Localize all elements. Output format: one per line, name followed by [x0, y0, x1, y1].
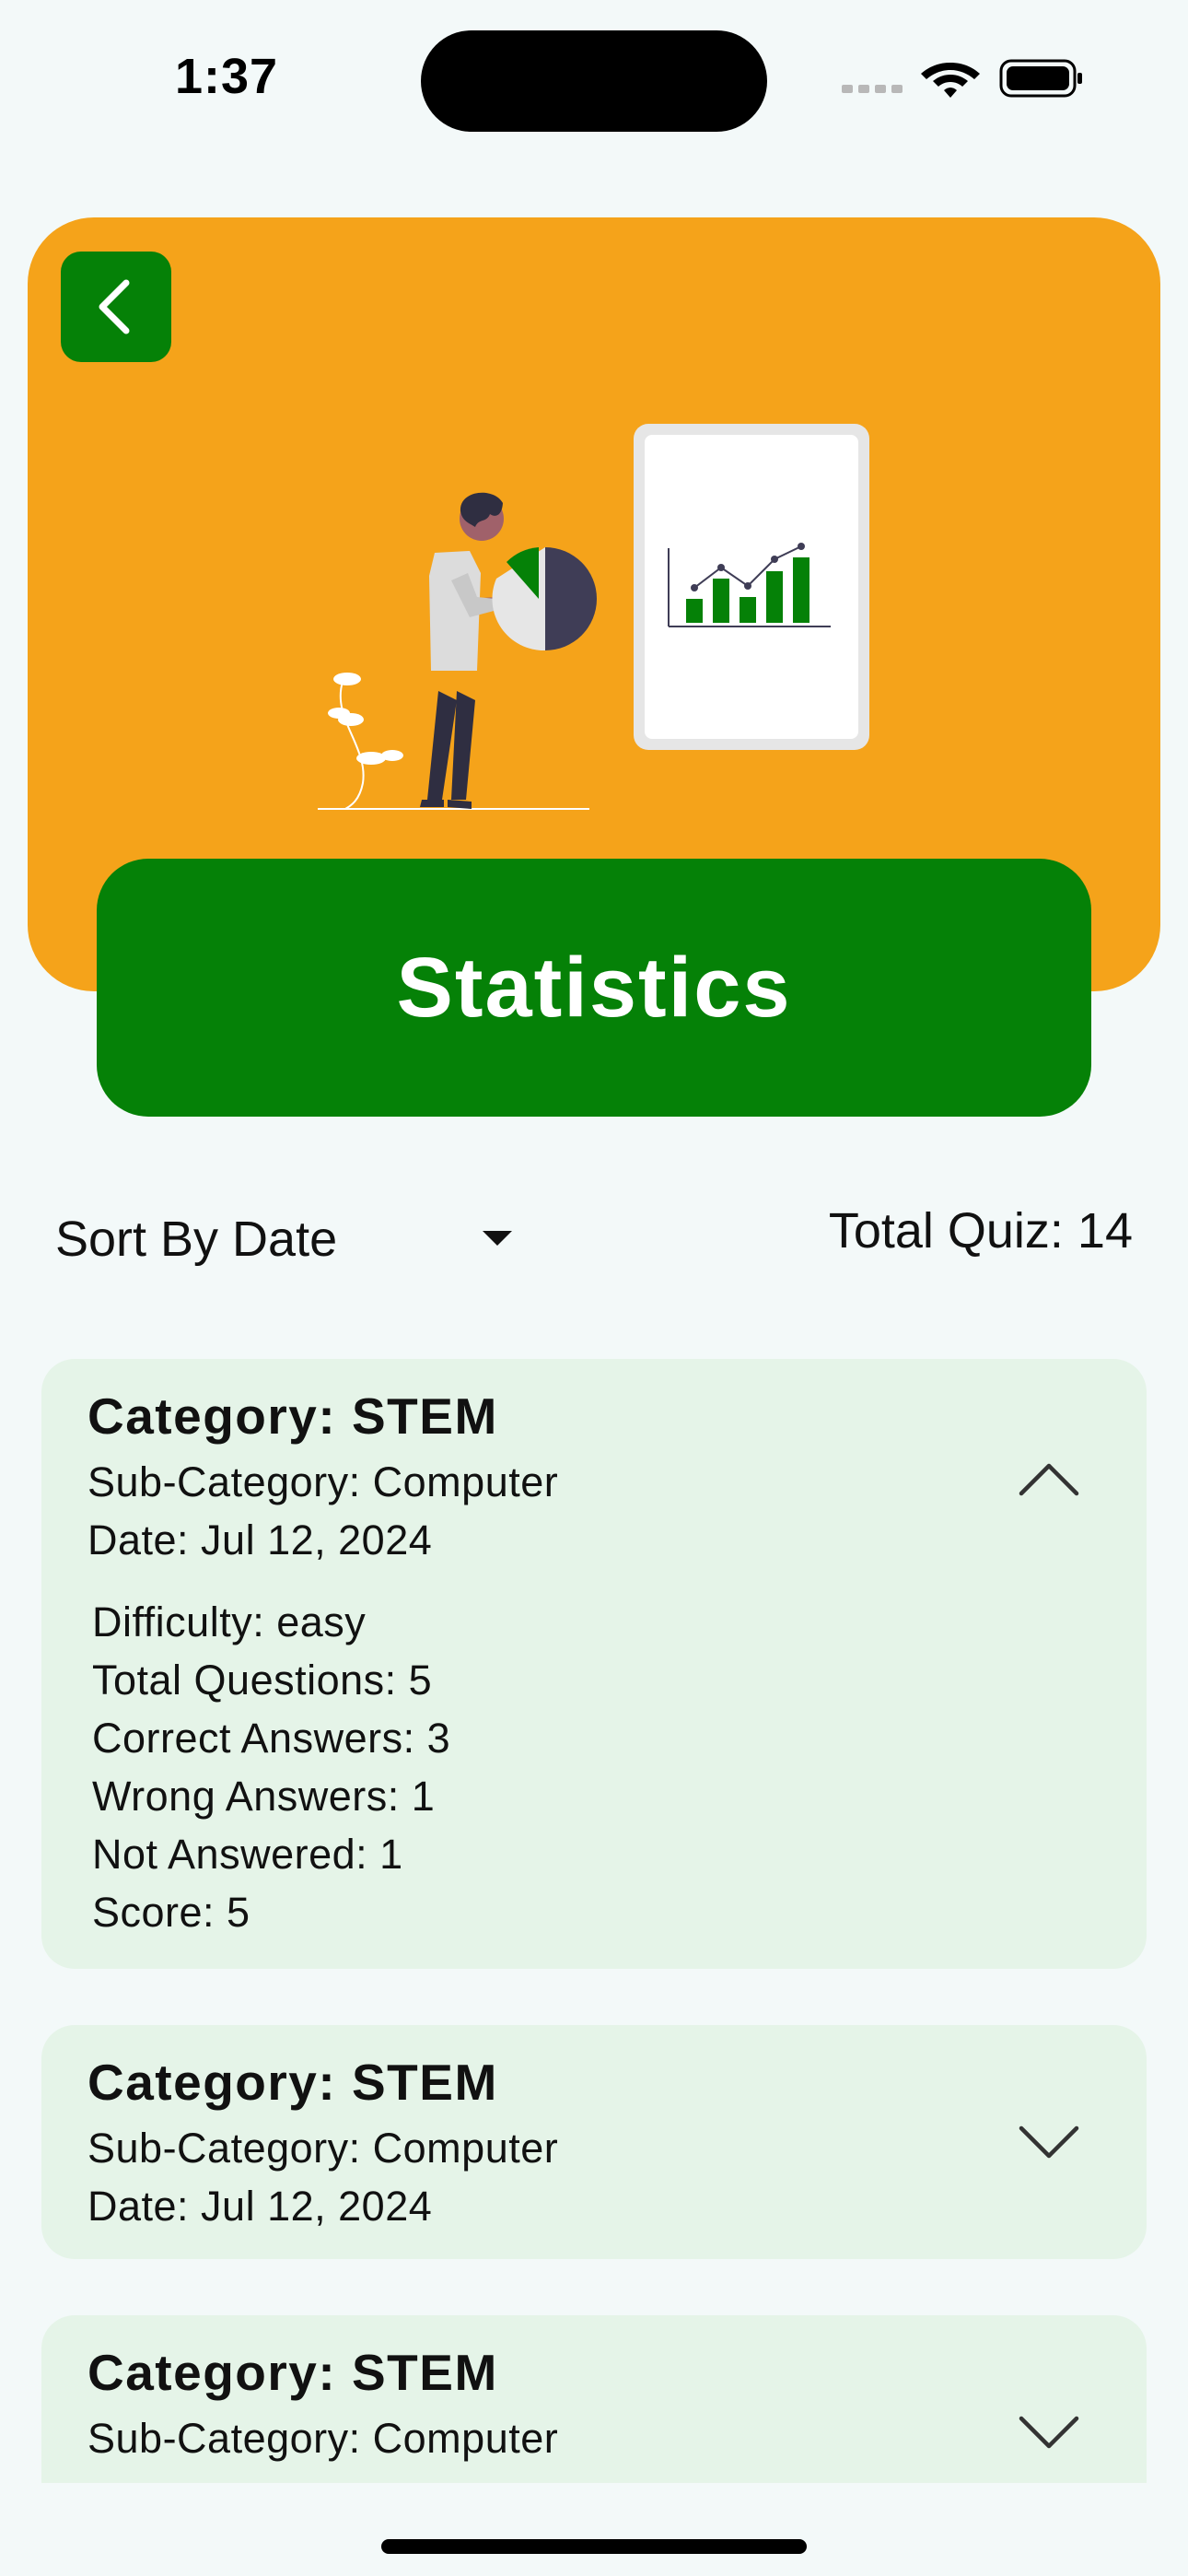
quiz-not-answered: Not Answered: 1: [92, 1831, 403, 1878]
quiz-difficulty: Difficulty: easy: [92, 1598, 367, 1645]
quiz-category: Category: STEM: [87, 2344, 498, 2401]
quiz-correct-answers: Correct Answers: 3: [92, 1715, 451, 1762]
chevron-left-icon: [99, 279, 130, 334]
quiz-card[interactable]: Category: STEM Sub-Category: Computer Da…: [41, 2025, 1147, 2259]
chevron-down-icon[interactable]: [1016, 2123, 1082, 2163]
status-icons: [842, 59, 1082, 98]
bottom-safe-area: [0, 2483, 1188, 2576]
person-illustration: [420, 492, 504, 809]
home-indicator[interactable]: [381, 2539, 807, 2554]
quiz-total-questions: Total Questions: 5: [92, 1657, 433, 1704]
quiz-category: Category: STEM: [87, 2054, 498, 2111]
plant-illustration: [328, 673, 403, 810]
back-button[interactable]: [61, 252, 171, 362]
signal-icon: [842, 85, 903, 93]
chevron-up-icon[interactable]: [1016, 1458, 1082, 1499]
status-time: 1:37: [175, 49, 279, 104]
dynamic-island: [421, 30, 767, 132]
quiz-sub-category: Sub-Category: Computer: [87, 2125, 559, 2172]
sort-dropdown-label: Sort By Date: [55, 1212, 338, 1267]
chevron-down-icon[interactable]: [1016, 2413, 1082, 2453]
sort-dropdown[interactable]: Sort By Date: [55, 1198, 534, 1281]
quiz-card[interactable]: Category: STEM Sub-Category: Computer Da…: [41, 1359, 1147, 1969]
quiz-sub-category: Sub-Category: Computer: [87, 1458, 559, 1505]
quiz-date: Date: Jul 12, 2024: [87, 2183, 433, 2230]
page-title: Statistics: [396, 940, 792, 1035]
wifi-icon: [921, 63, 980, 98]
battery-icon: [999, 59, 1082, 98]
statistics-illustration: [318, 424, 869, 810]
quiz-category: Category: STEM: [87, 1388, 498, 1445]
tablet-chart-illustration: [634, 424, 869, 750]
pie-chart-illustration: [492, 547, 597, 651]
caret-down-icon: [483, 1231, 512, 1246]
title-banner: Statistics: [97, 859, 1091, 1117]
quiz-sub-category: Sub-Category: Computer: [87, 2415, 559, 2462]
quiz-score: Score: 5: [92, 1889, 250, 1936]
quiz-date: Date: Jul 12, 2024: [87, 1516, 433, 1563]
statistics-screen: 1:37 Statistics Sort By Date Total Quiz:…: [0, 0, 1188, 2576]
total-quiz-count: Total Quiz: 14: [828, 1203, 1133, 1259]
quiz-wrong-answers: Wrong Answers: 1: [92, 1773, 436, 1820]
